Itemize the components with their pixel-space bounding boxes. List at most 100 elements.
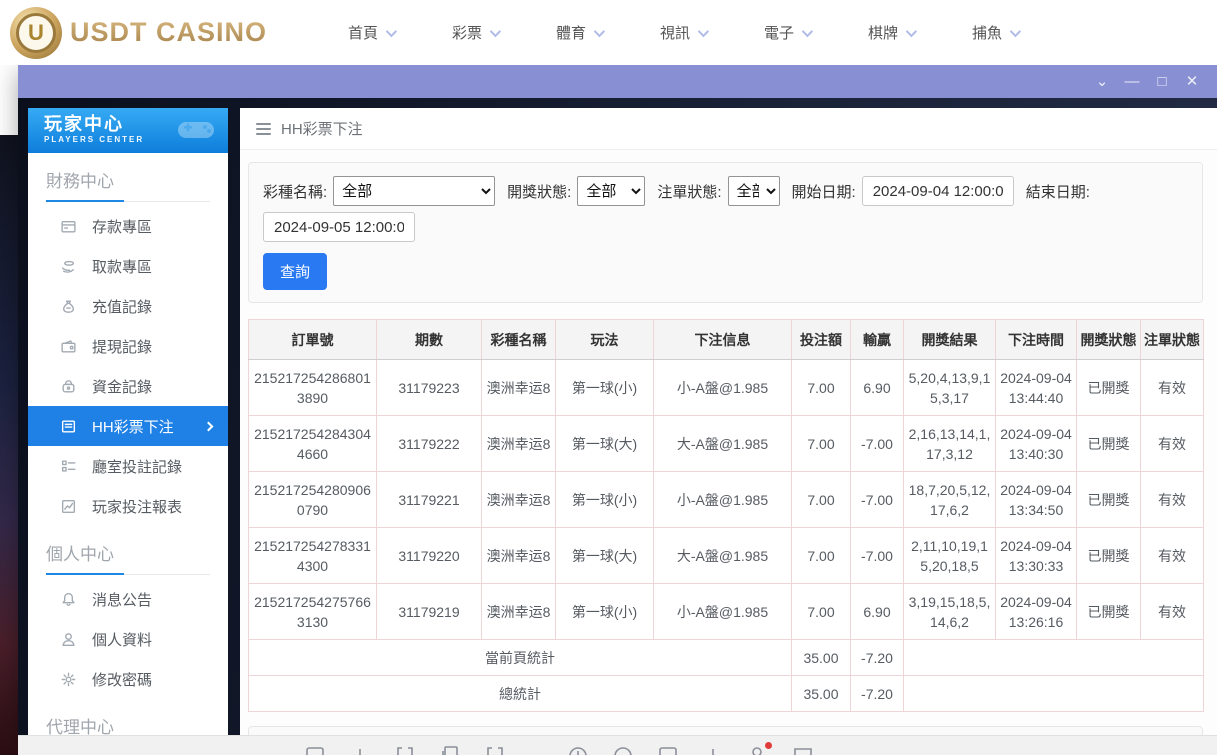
- copy-icon[interactable]: [438, 744, 462, 755]
- table-cell: 有效: [1141, 416, 1204, 472]
- chevron-down-icon: [906, 25, 917, 36]
- table-cell: 小-A盤@1.985: [654, 472, 792, 528]
- table-cell: -7.00: [851, 528, 904, 584]
- chevron-down-icon: [802, 25, 813, 36]
- draw-status-label: 開獎狀態:: [507, 181, 571, 202]
- table-cell: 31179220: [377, 528, 482, 584]
- nav-item-3[interactable]: 視訊: [631, 22, 735, 43]
- table-cell: 澳洲幸运8: [482, 360, 556, 416]
- table-cell: 已開獎: [1077, 584, 1141, 640]
- main-panel: HH彩票下注 彩種名稱: 全部 開獎狀態: 全部 注單狀態: 全部: [240, 108, 1217, 735]
- table-row: 215217254280906079031179221澳洲幸运8第一球(小)小-…: [249, 472, 1204, 528]
- filter-panel: 彩種名稱: 全部 開獎狀態: 全部 注單狀態: 全部 開始日期: 結束日期:: [248, 162, 1203, 303]
- summary-empty-cell: [904, 676, 1204, 712]
- close-button[interactable]: ✕: [1177, 65, 1207, 98]
- sidebar-item-label: 充值記錄: [92, 296, 152, 317]
- nav-item-label: 電子: [764, 22, 794, 43]
- sidebar-item-0-0[interactable]: 存款專區: [28, 206, 228, 246]
- minimize-button[interactable]: —: [1117, 65, 1147, 98]
- table-row: 215217254275766313031179219澳洲幸运8第一球(小)小-…: [249, 584, 1204, 640]
- user-notification-icon[interactable]: [746, 744, 770, 755]
- nav-item-0[interactable]: 首頁: [319, 22, 423, 43]
- sidebar-item-1-2[interactable]: 修改密碼: [28, 659, 228, 699]
- table-cell: 小-A盤@1.985: [654, 584, 792, 640]
- chevron-down-icon: [386, 25, 397, 36]
- section-underline: [46, 196, 210, 202]
- table-cell: 小-A盤@1.985: [654, 360, 792, 416]
- table-cell: 5,20,4,13,9,15,3,17: [904, 360, 996, 416]
- order-status-label: 注單狀態:: [657, 181, 721, 202]
- card-icon: [60, 218, 77, 235]
- sidebar-section-title: 個人中心: [28, 528, 228, 569]
- nav-item-5[interactable]: 棋牌: [839, 22, 943, 43]
- table-cell: 2,11,10,19,15,20,18,5: [904, 528, 996, 584]
- bets-table: 訂單號期數彩種名稱玩法下注信息投注額輸贏開獎結果下注時間開獎狀態注單狀態 215…: [248, 319, 1204, 712]
- table-cell: 已開獎: [1077, 528, 1141, 584]
- menu-icon[interactable]: [256, 123, 271, 135]
- nav-item-label: 棋牌: [868, 22, 898, 43]
- sidebar-item-1-0[interactable]: 消息公告: [28, 579, 228, 619]
- sidebar-item-0-6[interactable]: 廳室投註記錄: [28, 446, 228, 486]
- sidebar-header: 玩家中心 PLAYERS CENTER: [28, 108, 228, 153]
- table-cell: 第一球(小): [556, 472, 654, 528]
- draw-status-select[interactable]: 全部: [577, 176, 645, 206]
- table-cell: 第一球(小): [556, 360, 654, 416]
- plus-icon[interactable]: [348, 744, 372, 755]
- end-date-input[interactable]: [263, 212, 415, 242]
- sidebar-item-0-1[interactable]: 取款專區: [28, 246, 228, 286]
- chevron-right-icon: [204, 421, 214, 431]
- clock-icon[interactable]: [566, 744, 590, 755]
- table-cell: 有效: [1141, 528, 1204, 584]
- start-date-input[interactable]: [862, 176, 1014, 206]
- brackets-icon[interactable]: [483, 744, 507, 755]
- window-icon[interactable]: [656, 744, 680, 755]
- sidebar-item-0-5[interactable]: HH彩票下注: [28, 406, 228, 446]
- plus-icon[interactable]: [701, 744, 725, 755]
- table-cell: 2024-09-04 13:30:33: [996, 528, 1077, 584]
- summary-bet-total: 35.00: [792, 676, 851, 712]
- nav-item-4[interactable]: 電子: [735, 22, 839, 43]
- circle-icon[interactable]: [611, 744, 635, 755]
- brand-name: USDT CASINO: [70, 17, 267, 48]
- column-header: 彩種名稱: [482, 320, 556, 360]
- sidebar-item-0-4[interactable]: 資金記錄: [28, 366, 228, 406]
- table-cell: 2,16,13,14,1,17,3,12: [904, 416, 996, 472]
- table-cell: 2024-09-04 13:40:30: [996, 416, 1077, 472]
- column-header: 玩法: [556, 320, 654, 360]
- table-cell: 第一球(大): [556, 528, 654, 584]
- sidebar-item-0-7[interactable]: 玩家投注報表: [28, 486, 228, 526]
- brackets-icon[interactable]: [393, 744, 417, 755]
- pagination-bar: 每頁顯示20條 共5条 首页 上一页 [1] 下一页 第 页 跳转: [248, 726, 1203, 735]
- maximize-button[interactable]: □: [1147, 65, 1177, 98]
- nav-item-2[interactable]: 體育: [527, 22, 631, 43]
- brand-logo-icon: U: [10, 7, 62, 59]
- sidebar-item-1-1[interactable]: 個人資料: [28, 619, 228, 659]
- sidebar-item-0-3[interactable]: 提現記錄: [28, 326, 228, 366]
- tray-icon[interactable]: [791, 744, 815, 755]
- sidebar-item-label: HH彩票下注: [92, 416, 174, 437]
- section-underline: [46, 569, 210, 575]
- total-summary-row: 總統計35.00-7.20: [249, 676, 1204, 712]
- order-status-select[interactable]: 全部: [728, 176, 780, 206]
- window-icon[interactable]: [303, 744, 327, 755]
- summary-label: 總統計: [249, 676, 792, 712]
- collapse-button[interactable]: ⌄: [1087, 65, 1117, 98]
- lottery-name-select[interactable]: 全部: [333, 176, 495, 206]
- table-cell: 7.00: [792, 584, 851, 640]
- sidebar-item-label: 資金記錄: [92, 376, 152, 397]
- table-cell: 澳洲幸运8: [482, 472, 556, 528]
- column-header: 下注時間: [996, 320, 1077, 360]
- table-cell: 2152172542757663130: [249, 584, 377, 640]
- nav-item-label: 彩票: [452, 22, 482, 43]
- table-cell: 2152172542868013890: [249, 360, 377, 416]
- search-button[interactable]: 查詢: [263, 253, 327, 290]
- sidebar-item-label: 玩家投注報表: [92, 496, 182, 517]
- sidebar-item-0-2[interactable]: 充值記錄: [28, 286, 228, 326]
- brand-logo[interactable]: U USDT CASINO: [10, 7, 267, 59]
- column-header: 下注信息: [654, 320, 792, 360]
- top-nav: 首頁 彩票 體育視訊 電子 棋牌 捕魚: [319, 22, 1047, 43]
- page-title: HH彩票下注: [281, 118, 363, 139]
- nav-item-1[interactable]: 彩票: [423, 22, 527, 43]
- nav-item-6[interactable]: 捕魚: [943, 22, 1047, 43]
- table-header-row: 訂單號期數彩種名稱玩法下注信息投注額輸贏開獎結果下注時間開獎狀態注單狀態: [249, 320, 1204, 360]
